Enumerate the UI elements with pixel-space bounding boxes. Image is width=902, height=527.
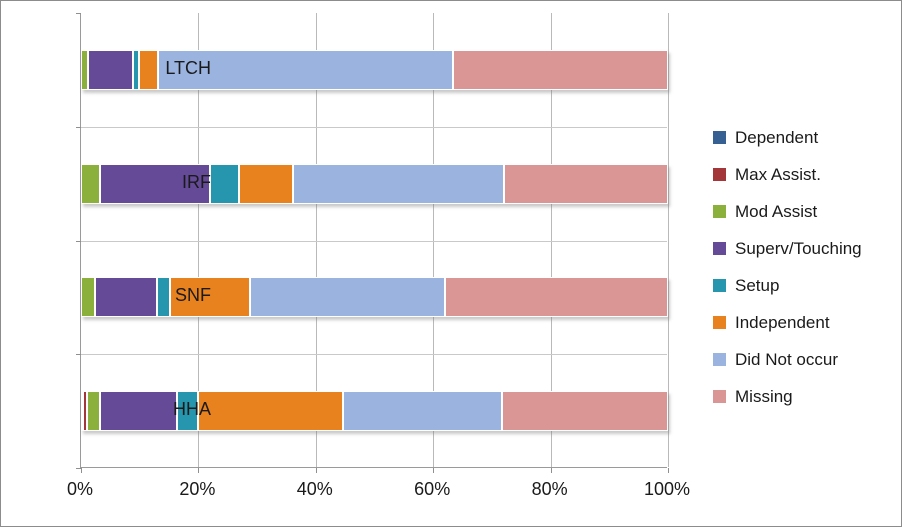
- bar-segment-superv-touching[interactable]: [99, 391, 177, 431]
- bar-segment-superv-touching[interactable]: [95, 277, 158, 317]
- legend-swatch-icon: [713, 279, 726, 292]
- legend-swatch-icon: [713, 131, 726, 144]
- bar-segment-mod-assist[interactable]: [81, 277, 96, 317]
- y-axis-label-hha: HHA: [172, 399, 211, 420]
- legend-item-independent[interactable]: Independent: [713, 304, 893, 341]
- bar-segment-independent[interactable]: [239, 164, 294, 204]
- bar-segment-mod-assist[interactable]: [81, 164, 100, 204]
- x-tick-0: [81, 468, 82, 473]
- bar-segment-setup[interactable]: [157, 277, 171, 317]
- x-tick-100: [668, 468, 669, 473]
- bar-segment-did-not-occur[interactable]: [250, 277, 445, 317]
- bar-segment-missing[interactable]: [452, 50, 668, 90]
- y-tick: [76, 127, 81, 128]
- category-separator: [81, 127, 667, 128]
- x-tick-60: [433, 468, 435, 473]
- bar-row-irf: [81, 164, 668, 204]
- category-separator: [81, 241, 667, 242]
- legend-label: Dependent: [735, 128, 819, 147]
- bar-segment-did-not-occur[interactable]: [293, 164, 505, 204]
- y-axis-label-snf: SNF: [175, 285, 211, 306]
- legend-label: Mod Assist: [735, 202, 818, 221]
- bar-segment-missing[interactable]: [502, 391, 668, 431]
- bar-row-hha: [81, 391, 668, 431]
- bar-segment-independent[interactable]: [138, 50, 159, 90]
- stacked-bar: [81, 277, 668, 317]
- x-axis-label-0: 0%: [66, 479, 93, 499]
- x-tick-40: [315, 468, 317, 473]
- x-axis-label-80: 80%: [531, 479, 568, 499]
- gridline-100: [668, 13, 669, 467]
- bar-segment-independent[interactable]: [197, 391, 343, 431]
- legend: Dependent Max Assist. Mod Assist Superv/Tou…: [713, 119, 893, 415]
- category-separator: [81, 354, 667, 355]
- x-axis-label-100: 100%: [643, 479, 691, 499]
- legend-label: Setup: [735, 276, 780, 295]
- y-tick: [76, 241, 81, 242]
- y-axis-label-ltch: LTCH: [165, 57, 211, 78]
- legend-swatch-icon: [713, 242, 726, 255]
- legend-item-missing[interactable]: Missing: [713, 378, 893, 415]
- bar-segment-missing[interactable]: [504, 164, 668, 204]
- legend-label: Independent: [735, 313, 830, 332]
- bar-segment-mod-assist[interactable]: [81, 50, 89, 90]
- legend-label: Missing: [735, 387, 793, 406]
- bar-segment-superv-touching[interactable]: [88, 50, 134, 90]
- legend-label: Did Not occur: [735, 350, 838, 369]
- plot-area: [76, 13, 669, 473]
- legend-swatch-icon: [713, 205, 726, 218]
- legend-item-did-not-occur[interactable]: Did Not occur: [713, 341, 893, 378]
- x-tick-20: [198, 468, 200, 473]
- stacked-bar: [81, 164, 668, 204]
- legend-swatch-icon: [713, 316, 726, 329]
- stacked-bar: [81, 391, 668, 431]
- legend-item-mod-assist[interactable]: Mod Assist: [713, 193, 893, 230]
- bar-segment-missing[interactable]: [444, 277, 668, 317]
- legend-swatch-icon: [713, 390, 726, 403]
- chart-frame: LTCH IRF SNF HHA 0% 20% 40% 60% 80% 100% Depende…: [0, 0, 902, 527]
- legend-item-setup[interactable]: Setup: [713, 267, 893, 304]
- bar-row-snf: [81, 277, 668, 317]
- x-axis-label-20: 20%: [179, 479, 216, 499]
- y-tick: [76, 354, 81, 355]
- bar-segment-mod-assist[interactable]: [86, 391, 100, 431]
- legend-label: Max Assist.: [735, 165, 821, 184]
- legend-item-max-assist[interactable]: Max Assist.: [713, 156, 893, 193]
- legend-label: Superv/Touching: [735, 239, 862, 258]
- x-axis-label-60: 60%: [414, 479, 451, 499]
- x-axis-label-40: 40%: [296, 479, 333, 499]
- bar-segment-did-not-occur[interactable]: [342, 391, 503, 431]
- legend-swatch-icon: [713, 353, 726, 366]
- legend-swatch-icon: [713, 168, 726, 181]
- y-tick: [76, 13, 81, 14]
- legend-item-superv-touching[interactable]: Superv/Touching: [713, 230, 893, 267]
- y-axis-label-irf: IRF: [182, 171, 211, 192]
- x-tick-80: [550, 468, 552, 473]
- bar-segment-setup[interactable]: [209, 164, 240, 204]
- legend-item-dependent[interactable]: Dependent: [713, 119, 893, 156]
